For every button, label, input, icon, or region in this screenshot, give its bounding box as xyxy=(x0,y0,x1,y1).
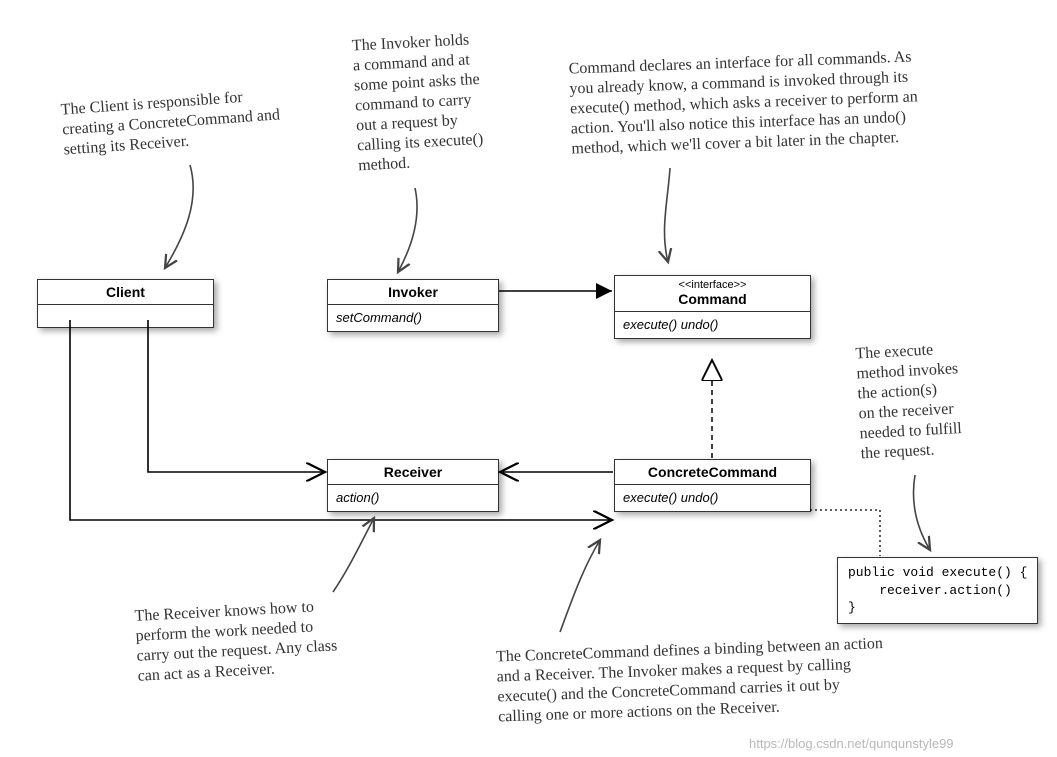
note-invoker: The Invoker holds a command and at some … xyxy=(351,28,528,177)
class-concrete-body: execute() undo() xyxy=(615,485,810,511)
class-command: <<interface>> Command execute() undo() xyxy=(614,275,811,339)
class-command-name: Command xyxy=(615,291,810,312)
class-command-body: execute() undo() xyxy=(615,312,810,338)
class-invoker: Invoker setCommand() xyxy=(327,279,499,332)
diagram-stage: Client Invoker setCommand() <<interface>… xyxy=(0,0,1057,757)
note-concrete: The ConcreteCommand defines a binding be… xyxy=(496,633,929,728)
watermark: https://blog.csdn.net/qunqunstyle99 xyxy=(749,736,954,751)
class-concrete-name: ConcreteCommand xyxy=(615,460,810,485)
note-receiver: The Receiver knows how to perform the wo… xyxy=(134,593,398,686)
note-client: The Client is responsible for creating a… xyxy=(60,84,309,161)
class-client: Client xyxy=(37,279,214,328)
class-invoker-name: Invoker xyxy=(328,280,498,305)
class-concrete: ConcreteCommand execute() undo() xyxy=(614,459,811,512)
class-command-stereo: <<interface>> xyxy=(615,276,810,291)
class-receiver-body: action() xyxy=(328,485,498,511)
note-command: Command declares an interface for all co… xyxy=(568,45,1001,160)
class-invoker-body: setCommand() xyxy=(328,305,498,331)
class-receiver: Receiver action() xyxy=(327,459,499,512)
class-receiver-name: Receiver xyxy=(328,460,498,485)
note-execute: The execute method invokes the action(s)… xyxy=(855,336,1031,465)
class-client-name: Client xyxy=(38,280,213,305)
class-client-body xyxy=(38,305,213,327)
code-execute: public void execute() { receiver.action(… xyxy=(837,557,1038,624)
